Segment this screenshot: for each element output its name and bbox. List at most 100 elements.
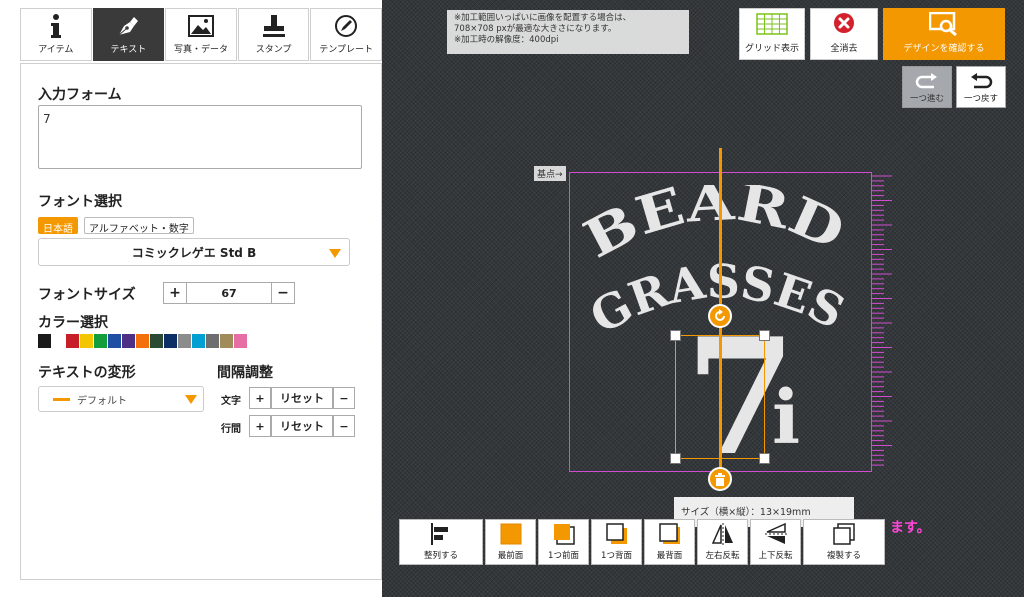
resize-handle-tl[interactable] (670, 330, 681, 341)
undo-label: 一つ戻す (963, 94, 998, 104)
tab-item[interactable]: アイテム (20, 8, 92, 61)
toolbar-label: 1つ背面 (601, 551, 632, 561)
text-transform-dropdown[interactable]: デフォルト (38, 386, 204, 412)
stamp-icon (262, 13, 286, 39)
font-size-plus-button[interactable]: + (163, 282, 187, 304)
resolution-notice: ※加工範囲いっぱいに画像を配置する場合は、 708×708 pxが最適な大きさに… (447, 10, 689, 54)
notice-line: ※加工時の解像度：400dpi (454, 35, 559, 45)
curve-style-icon (53, 398, 70, 401)
color-swatch[interactable] (94, 334, 107, 348)
ruler-ticks (872, 175, 892, 466)
confirm-design-button[interactable]: デザインを確認する (883, 8, 1005, 60)
redo-button[interactable]: 一つ進む (902, 66, 952, 108)
close-circle-icon (834, 13, 854, 33)
font-select-title: フォント選択 (38, 194, 122, 210)
flip-vertical-button[interactable]: 上下反転 (750, 519, 801, 565)
notice-line: ※加工範囲いっぱいに画像を配置する場合は、 (454, 13, 632, 23)
color-swatch[interactable] (220, 334, 233, 348)
char-spacing-label: 文字 (221, 396, 241, 407)
undo-button[interactable]: 一つ戻す (956, 66, 1006, 108)
font-select-dropdown[interactable]: コミックレゲエ Std B (38, 238, 350, 266)
color-swatch[interactable] (178, 334, 191, 348)
design-canvas[interactable]: ※加工範囲いっぱいに画像を配置する場合は、 708×708 pxが最適な大きさに… (382, 0, 1024, 597)
origin-label: 基点→ (534, 166, 566, 181)
text-transform-title: テキストの変形 (38, 365, 136, 381)
notice-line: 708×708 pxが最適な大きさになります。 (454, 24, 617, 34)
font-name: コミックレゲエ Std B (131, 245, 257, 260)
line-spacing-plus-button[interactable]: + (249, 415, 271, 437)
duplicate-button[interactable]: 複製する (803, 519, 885, 565)
resize-handle-bl[interactable] (670, 453, 681, 464)
color-swatch[interactable] (52, 334, 65, 348)
trash-icon (715, 472, 725, 486)
redo-label: 一つ進む (909, 94, 944, 104)
chevron-down-icon (185, 395, 197, 404)
char-spacing-minus-button[interactable]: − (333, 387, 355, 409)
color-swatch[interactable] (122, 334, 135, 348)
pink-notice-text: ます。 (890, 520, 931, 536)
resize-handle-tr[interactable] (759, 330, 770, 341)
send-backward-button[interactable]: 1つ背面 (591, 519, 642, 565)
color-swatch[interactable] (192, 334, 205, 348)
rotate-icon (715, 309, 725, 321)
resize-handle-br[interactable] (759, 453, 770, 464)
color-swatch[interactable] (234, 334, 247, 348)
clear-label: 全消去 (830, 44, 858, 54)
color-swatch[interactable] (206, 334, 219, 348)
bring-forward-button[interactable]: 1つ前面 (538, 519, 589, 565)
toolbar-label: 複製する (826, 551, 861, 561)
redo-icon (915, 73, 937, 89)
line-spacing-label: 行間 (221, 424, 241, 435)
tab-label: 写真・データ (173, 45, 228, 55)
tab-text[interactable]: テキスト (92, 8, 165, 61)
toolbar-label: 左右反転 (705, 551, 740, 561)
duplicate-icon (833, 522, 855, 546)
chevron-down-icon (329, 249, 341, 258)
preview-search-icon (929, 12, 957, 36)
line-spacing-reset-button[interactable]: リセット (271, 415, 333, 437)
align-button[interactable]: 整列する (399, 519, 483, 565)
bring-front-button[interactable]: 最前面 (485, 519, 536, 565)
toolbar-label: 最背面 (656, 551, 683, 561)
transform-value: デフォルト (77, 395, 127, 407)
toolbar-label: 最前面 (497, 551, 524, 561)
arrange-toolbar: 整列する 最前面 1つ前面 1つ背面 最背面 左右反転 上下反転 複製する (399, 519, 885, 565)
line-spacing-minus-button[interactable]: − (333, 415, 355, 437)
color-swatch[interactable] (66, 334, 79, 348)
art-suffix: i (772, 375, 800, 461)
color-swatch[interactable] (38, 334, 51, 348)
align-icon (430, 522, 452, 546)
tool-tabs: アイテム テキスト 写真・データ スタンプ テンプレート (20, 8, 382, 61)
clear-all-button[interactable]: 全消去 (810, 8, 878, 60)
tab-label: スタンプ (255, 45, 292, 55)
delete-handle[interactable] (708, 467, 732, 491)
color-palette (38, 334, 247, 348)
color-swatch[interactable] (164, 334, 177, 348)
flip-horizontal-button[interactable]: 左右反転 (697, 519, 748, 565)
toolbar-label: 上下反転 (758, 551, 793, 561)
text-input[interactable]: 7 (38, 105, 362, 169)
lang-japanese-button[interactable]: 日本語 (38, 217, 78, 235)
font-size-title: フォントサイズ (38, 287, 136, 303)
char-spacing-plus-button[interactable]: + (249, 387, 271, 409)
info-icon (49, 13, 63, 39)
color-swatch[interactable] (80, 334, 93, 348)
toolbar-label: 整列する (423, 551, 458, 561)
tab-photo[interactable]: 写真・データ (165, 8, 237, 61)
font-size-minus-button[interactable]: − (271, 282, 295, 304)
lang-alphabet-button[interactable]: アルファベット・数字 (84, 217, 194, 235)
font-size-value[interactable]: 67 (187, 282, 271, 304)
color-swatch[interactable] (150, 334, 163, 348)
grid-toggle-button[interactable]: グリッド表示 (739, 8, 805, 60)
rotate-handle[interactable] (708, 304, 732, 328)
image-icon (187, 13, 214, 39)
tab-stamp[interactable]: スタンプ (237, 8, 310, 61)
color-swatch[interactable] (136, 334, 149, 348)
flip-horizontal-icon (711, 522, 734, 546)
text-settings-panel: 入力フォーム 7 フォント選択 日本語 アルファベット・数字 コミックレゲエ S… (20, 63, 382, 580)
tab-template[interactable]: テンプレート (310, 8, 382, 61)
send-back-button[interactable]: 最背面 (644, 519, 695, 565)
confirm-label: デザインを確認する (903, 44, 985, 54)
char-spacing-reset-button[interactable]: リセット (271, 387, 333, 409)
color-swatch[interactable] (108, 334, 121, 348)
